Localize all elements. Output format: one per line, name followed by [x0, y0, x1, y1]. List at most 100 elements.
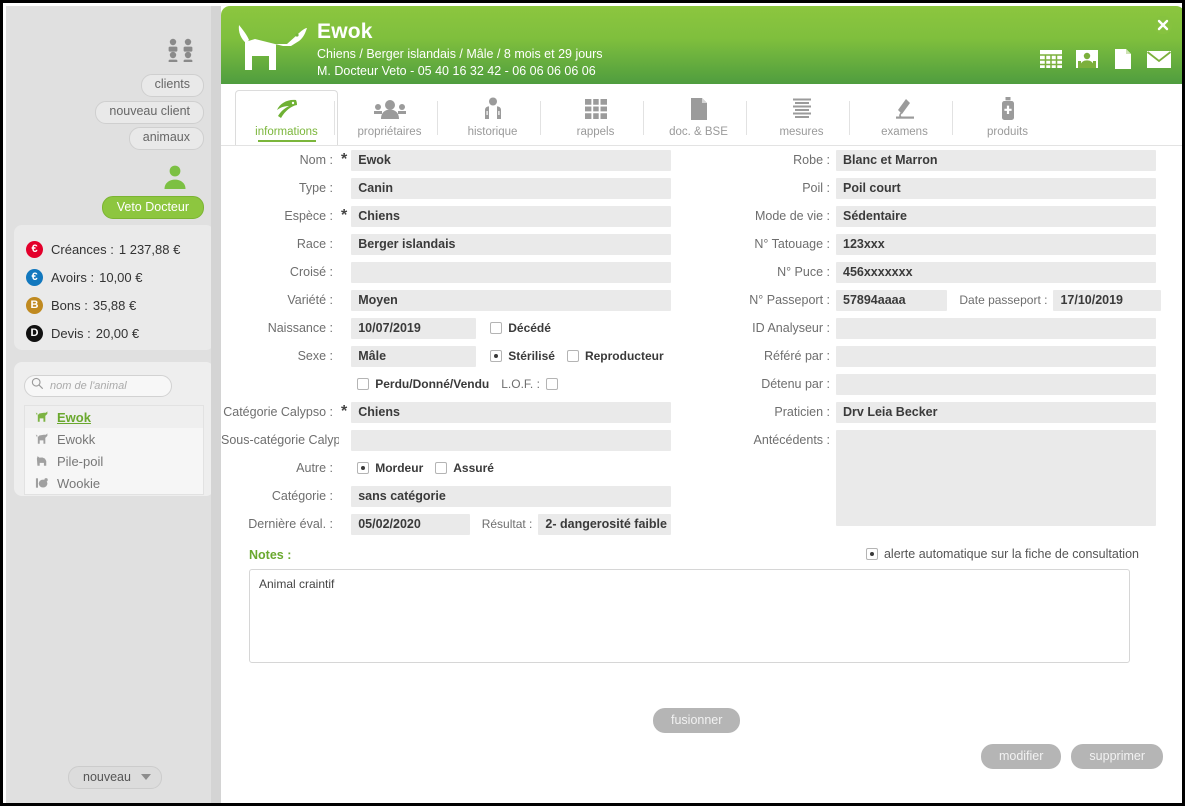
tab-label: informations — [255, 126, 318, 138]
field-croise: Croisé : * — [221, 258, 671, 286]
poil-input[interactable]: Poil court — [836, 177, 1156, 199]
tab-examens[interactable]: examens — [849, 90, 956, 145]
sous-categorie-calypso-input[interactable] — [351, 429, 671, 451]
mordeur-radio[interactable] — [357, 462, 370, 474]
sexe-input[interactable]: Mâle — [351, 345, 477, 367]
variete-input[interactable]: Moyen — [351, 289, 671, 311]
nom-input[interactable]: Ewok — [351, 149, 671, 171]
list-item[interactable]: Pile-poil — [25, 450, 203, 472]
field-label: Détenu par : — [761, 377, 830, 391]
sterilise-radio[interactable] — [490, 350, 503, 362]
croise-input[interactable] — [351, 261, 671, 283]
tab-mesures[interactable]: mesures — [746, 90, 853, 145]
devis-badge-icon: D — [26, 324, 43, 342]
supprimer-button[interactable]: supprimer — [1071, 744, 1163, 769]
sidebar-button-animaux[interactable]: animaux — [128, 127, 204, 150]
main-panel: Ewok Chiens / Berger islandais / Mâle / … — [221, 6, 1182, 796]
leaf-icon — [274, 97, 300, 121]
resultat-input[interactable]: 2- dangerosité faible — [538, 513, 671, 535]
dog-logo-icon — [235, 22, 309, 74]
tab-rappels[interactable]: rappels — [540, 90, 647, 145]
espece-input[interactable]: Chiens — [351, 205, 671, 227]
perdu-donne-vendu-checkbox[interactable] — [357, 378, 370, 390]
new-animal-button[interactable]: nouveau — [68, 766, 162, 789]
search-input[interactable] — [48, 379, 160, 393]
tatouage-input[interactable]: 123xxx — [836, 233, 1156, 255]
field-variete: Variété : * Moyen — [221, 286, 671, 314]
notes-section: Notes : alerte automatique sur la fiche … — [249, 546, 1149, 663]
puce-input[interactable]: 456xxxxxxx — [836, 261, 1156, 283]
field-puce: N° Puce : 456xxxxxxx — [731, 258, 1161, 286]
tab-proprietaires[interactable]: propriétaires — [334, 90, 441, 145]
document-icon[interactable] — [1109, 47, 1137, 71]
decede-label: Décédé — [508, 321, 551, 335]
alerte-automatique-label: alerte automatique sur la fiche de consu… — [883, 547, 1139, 561]
calendar-icon[interactable] — [1037, 47, 1065, 71]
field-detenu-par: Détenu par : — [731, 370, 1161, 398]
tab-label: rappels — [576, 126, 615, 138]
alerte-automatique-option[interactable]: alerte automatique sur la fiche de consu… — [865, 547, 1139, 561]
decede-checkbox[interactable] — [490, 322, 503, 334]
assure-label: Assuré — [453, 461, 494, 475]
assure-checkbox[interactable] — [435, 462, 448, 474]
tab-informations[interactable]: informations — [235, 90, 338, 145]
tab-produits[interactable]: produits — [952, 90, 1059, 145]
field-sexe: Sexe : * Mâle Stérilisé Reproducteur — [221, 342, 671, 370]
lof-checkbox[interactable] — [545, 378, 558, 390]
categorie-input[interactable]: sans catégorie — [351, 485, 671, 507]
tab-historique[interactable]: historique — [437, 90, 544, 145]
rodent-icon — [35, 476, 50, 490]
measures-icon — [791, 97, 813, 121]
id-analyseur-input[interactable] — [836, 317, 1156, 339]
date-passeport-input[interactable]: 17/10/2019 — [1053, 289, 1161, 311]
field-sous-categorie-calypso: Sous-catégorie Calyps * — [221, 426, 671, 454]
dog-icon — [35, 410, 50, 424]
type-input[interactable]: Canin — [351, 177, 671, 199]
field-label: Espèce : — [284, 209, 333, 223]
praticien-input[interactable]: Drv Leia Becker — [836, 401, 1156, 423]
field-label: Catégorie Calypso : — [223, 405, 333, 419]
mail-icon[interactable] — [1145, 47, 1173, 71]
modifier-button[interactable]: modifier — [980, 744, 1062, 769]
field-refere-par: Référé par : — [731, 342, 1161, 370]
list-item[interactable]: Ewokk — [25, 428, 203, 450]
field-label: Sexe : — [297, 349, 333, 363]
left-sidebar: clients nouveau client animaux Veto Doct… — [6, 6, 220, 803]
close-icon[interactable] — [1153, 15, 1173, 35]
detenu-par-input[interactable] — [836, 373, 1156, 395]
field-label: Type : — [298, 181, 333, 195]
sidebar-button-clients[interactable]: clients — [140, 74, 204, 97]
field-naissance: Naissance : * 10/07/2019 Décédé — [221, 314, 671, 342]
reproducteur-checkbox[interactable] — [566, 350, 579, 362]
tab-doc-bse[interactable]: doc. & BSE — [643, 90, 750, 145]
naissance-input[interactable]: 10/07/2019 — [351, 317, 477, 339]
perdu-donne-vendu-label: Perdu/Donné/Vendu — [375, 377, 490, 391]
header-icon-bar — [1037, 47, 1173, 71]
sidebar-user-button[interactable]: Veto Docteur — [101, 196, 204, 219]
form-column-left: Nom : * Ewok Type : * Canin Espèce : * C… — [221, 146, 671, 538]
list-item[interactable]: Wookie — [25, 472, 203, 494]
mode-de-vie-input[interactable]: Sédentaire — [836, 205, 1156, 227]
list-item[interactable]: Ewok — [25, 406, 203, 428]
race-input[interactable]: Berger islandais — [351, 233, 671, 255]
alerte-automatique-radio[interactable] — [865, 548, 878, 560]
robe-input[interactable]: Blanc et Marron — [836, 149, 1156, 171]
field-label: Autre : — [296, 461, 333, 475]
animal-search[interactable] — [24, 375, 172, 397]
derniere-eval-input[interactable]: 05/02/2020 — [351, 513, 470, 535]
balances-card: € Créances : 1 237,88 € € Avoirs : 10,00… — [14, 225, 214, 350]
antecedents-textarea[interactable] — [836, 430, 1156, 526]
notes-textarea[interactable]: Animal craintif — [249, 569, 1130, 663]
contact-card-icon[interactable] — [1073, 47, 1101, 71]
tab-label: propriétaires — [357, 126, 422, 138]
fusionner-button[interactable]: fusionner — [653, 708, 741, 733]
animal-name: Pile-poil — [57, 453, 104, 469]
balance-value: 20,00 € — [95, 325, 140, 341]
categorie-calypso-input[interactable]: Chiens — [351, 401, 671, 423]
sidebar-button-nouveau-client[interactable]: nouveau client — [95, 101, 204, 124]
field-categorie: Catégorie : * sans catégorie — [221, 482, 671, 510]
balance-row-devis: D Devis : 20,00 € — [26, 319, 214, 347]
refere-par-input[interactable] — [836, 345, 1156, 367]
passeport-input[interactable]: 57894aaaa — [836, 289, 948, 311]
bons-badge-icon: B — [26, 296, 43, 314]
